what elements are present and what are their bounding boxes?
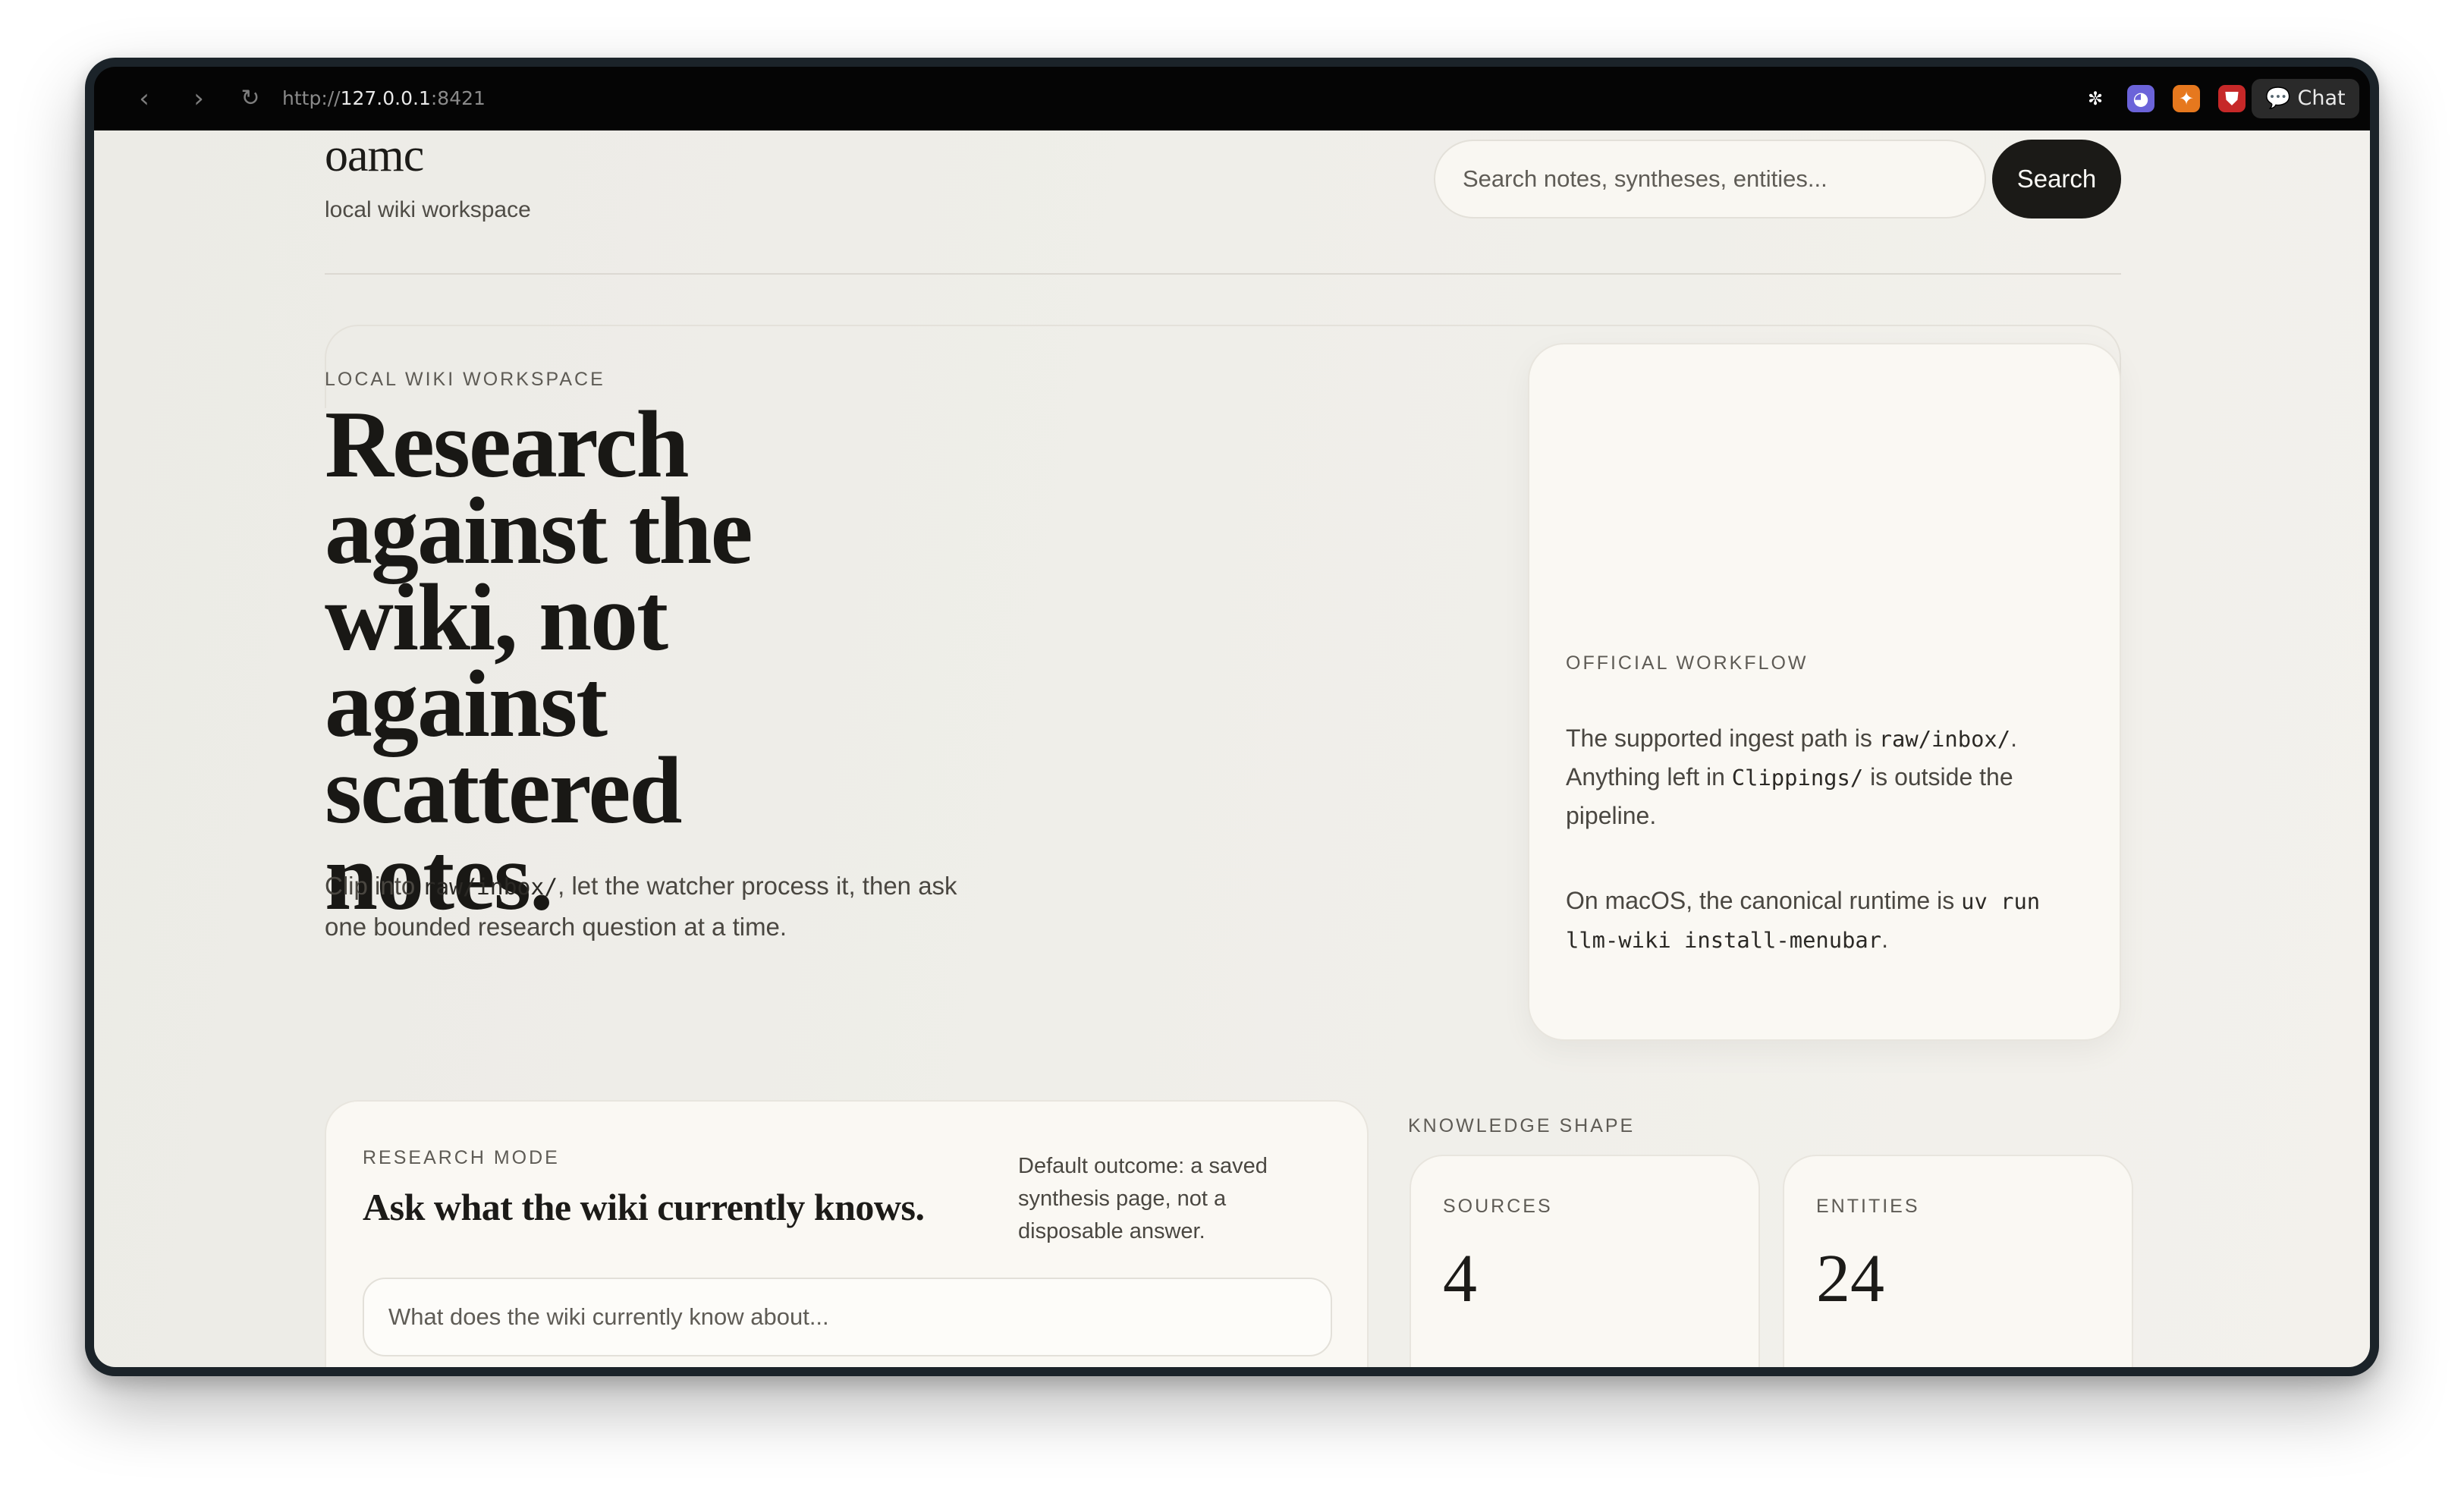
header-divider <box>325 273 2121 275</box>
search-button[interactable]: Search <box>1992 140 2121 218</box>
knowledge-eyebrow: KNOWLEDGE SHAPE <box>1408 1115 1636 1136</box>
chat-button[interactable]: 💬 Chat <box>2252 79 2359 118</box>
extension-ghost-icon[interactable]: ◕ <box>2127 85 2154 112</box>
forward-icon[interactable]: › <box>182 82 215 115</box>
page-viewport[interactable]: oamc local wiki workspace Search LOCAL W… <box>94 130 2370 1367</box>
workflow-runtime-after: . <box>1881 926 1888 953</box>
search-input[interactable] <box>1434 140 1986 218</box>
workflow-ingest-before: The supported ingest path is <box>1566 725 1879 752</box>
reload-icon[interactable]: ↻ <box>234 82 267 115</box>
chat-label: Chat <box>2297 86 2346 110</box>
url-scheme: http:// <box>282 87 341 109</box>
stat-card-entities[interactable]: ENTITIES 24 <box>1783 1155 2133 1367</box>
workflow-runtime-text: On macOS, the canonical runtime is uv ru… <box>1566 882 2082 959</box>
research-question-input[interactable] <box>363 1278 1332 1356</box>
hero-eyebrow: LOCAL WIKI WORKSPACE <box>325 369 605 390</box>
research-card: RESEARCH MODE Ask what the wiki currentl… <box>325 1100 1369 1367</box>
stat-label-entities: ENTITIES <box>1816 1196 1920 1217</box>
extension-butterfly-icon[interactable]: ✼ <box>2082 85 2109 112</box>
stat-card-sources[interactable]: SOURCES 4 <box>1410 1155 1760 1367</box>
brand-name[interactable]: oamc <box>325 130 424 183</box>
browser-window: ‹ › ↻ http://127.0.0.1:8421 ✼ ◕ ✦ ⛊ 💬 Ch… <box>85 58 2379 1376</box>
stat-value-entities: 24 <box>1816 1241 1884 1316</box>
back-icon[interactable]: ‹ <box>127 82 161 115</box>
research-outcome-note: Default outcome: a saved synthesis page,… <box>1018 1154 1268 1243</box>
workflow-inbox-path: raw/inbox/ <box>1878 726 2011 752</box>
stat-label-sources: SOURCES <box>1443 1196 1553 1217</box>
research-title: Ask what the wiki currently knows. <box>363 1186 925 1228</box>
workflow-card: OFFICIAL WORKFLOW The supported ingest p… <box>1528 343 2121 1041</box>
workflow-ingest-text: The supported ingest path is raw/inbox/.… <box>1566 719 2082 835</box>
extension-shield-icon[interactable]: ⛊ <box>2218 85 2246 112</box>
hero-subtitle-text: Clip into <box>325 872 423 900</box>
hero-subtitle: Clip into raw/inbox/, let the watcher pr… <box>325 866 992 947</box>
address-bar[interactable]: http://127.0.0.1:8421 <box>282 85 486 112</box>
hero-title: Research against the wiki, not against s… <box>325 392 753 930</box>
workflow-runtime-before: On macOS, the canonical runtime is <box>1566 887 1962 914</box>
workflow-eyebrow: OFFICIAL WORKFLOW <box>1566 652 1809 674</box>
brand-tagline: local wiki workspace <box>325 197 531 222</box>
url-port: :8421 <box>430 87 486 109</box>
extension-fox-icon[interactable]: ✦ <box>2173 85 2200 112</box>
browser-toolbar: ‹ › ↻ http://127.0.0.1:8421 ✼ ◕ ✦ ⛊ 💬 Ch… <box>94 67 2370 130</box>
hero-inbox-path: raw/inbox/ <box>422 874 558 901</box>
chat-bubble-icon: 💬 <box>2265 86 2291 110</box>
stat-value-sources: 4 <box>1443 1241 1477 1316</box>
research-eyebrow: RESEARCH MODE <box>363 1147 560 1168</box>
url-host: 127.0.0.1 <box>340 87 431 109</box>
workflow-clippings-path: Clippings/ <box>1731 765 1864 791</box>
